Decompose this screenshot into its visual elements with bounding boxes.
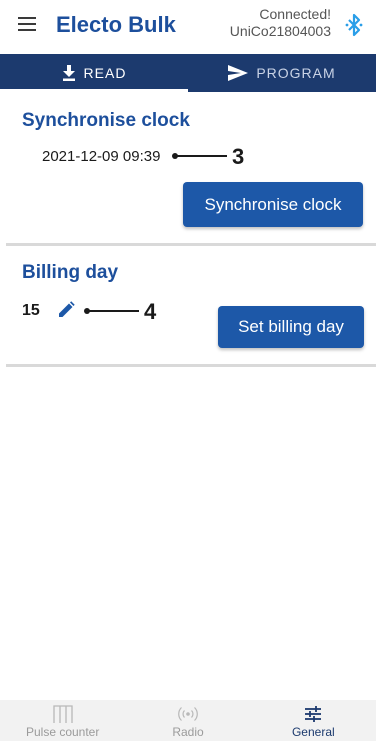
billing-day-value: 15 <box>22 302 40 319</box>
tab-program[interactable]: PROGRAM <box>188 54 376 92</box>
connection-status: Connected! UniCo21804003 <box>230 6 331 40</box>
nav-radio[interactable]: Radio <box>125 700 250 741</box>
tab-bar: READ PROGRAM <box>0 54 376 92</box>
nav-general[interactable]: General <box>251 700 376 741</box>
nav-pulse-counter-label: Pulse counter <box>25 725 100 739</box>
sliders-icon <box>305 706 322 722</box>
app-title: Electo Bulk <box>56 12 176 37</box>
download-icon <box>62 65 75 81</box>
menu-icon[interactable] <box>18 17 36 31</box>
tab-read[interactable]: READ <box>0 54 188 92</box>
tab-active-indicator <box>0 89 188 92</box>
send-icon <box>228 65 249 81</box>
tab-program-label: PROGRAM <box>256 65 336 81</box>
radio-icon <box>178 707 198 721</box>
device-id: UniCo21804003 <box>229 23 331 39</box>
section-divider-2 <box>6 364 376 367</box>
billing-section-title: Billing day <box>22 262 119 283</box>
clock-datetime: 2021-12-09 09:39 <box>42 148 161 165</box>
callout-number-4: 4 <box>144 299 157 324</box>
edit-pencil-icon[interactable] <box>58 301 75 318</box>
synchronise-clock-button[interactable]: Synchronise clock <box>183 182 363 227</box>
callout-line-4 <box>87 310 139 312</box>
callout-line-3 <box>175 155 227 157</box>
set-billing-day-button[interactable]: Set billing day <box>218 306 364 348</box>
bottom-navigation: Pulse counter Radio General <box>0 700 376 741</box>
section-divider <box>6 243 376 246</box>
tab-read-label: READ <box>83 65 127 81</box>
pulse-counter-icon <box>53 705 73 723</box>
bluetooth-icon[interactable] <box>344 13 364 37</box>
callout-number-3: 3 <box>232 144 245 169</box>
app-header: Electo Bulk Connected! UniCo21804003 <box>0 0 376 50</box>
connection-status-text: Connected! <box>259 6 331 22</box>
nav-pulse-counter[interactable]: Pulse counter <box>0 700 125 741</box>
clock-section-title: Synchronise clock <box>22 110 190 131</box>
nav-radio-label: Radio <box>172 725 204 739</box>
nav-general-label: General <box>291 725 335 739</box>
